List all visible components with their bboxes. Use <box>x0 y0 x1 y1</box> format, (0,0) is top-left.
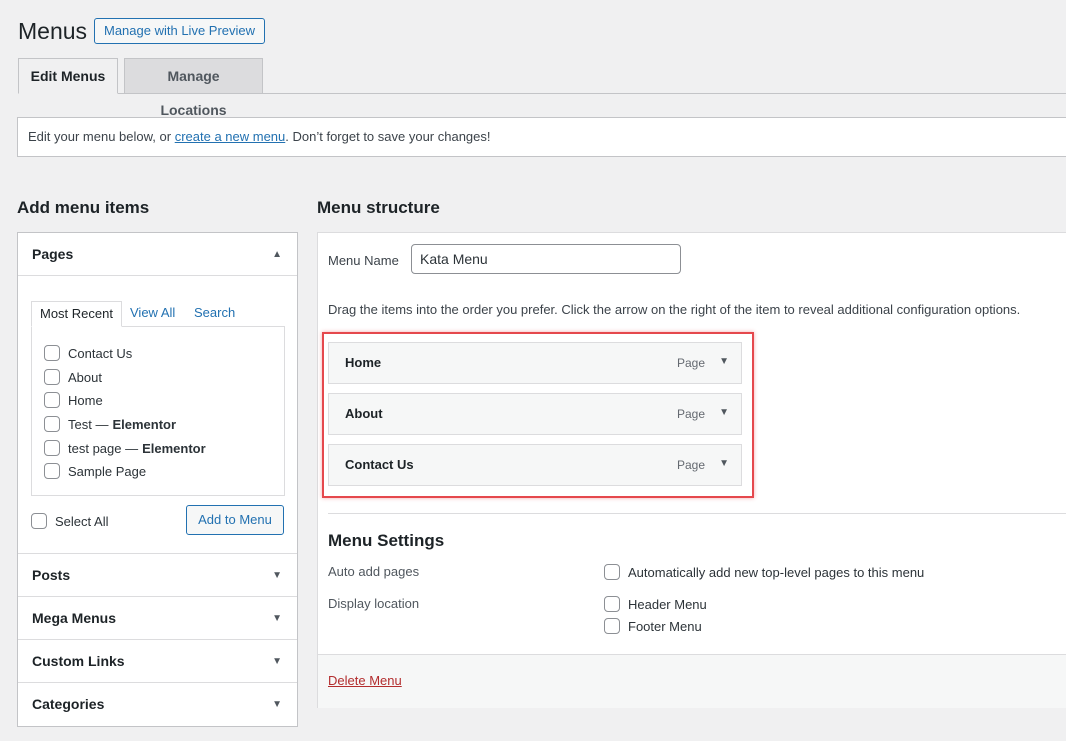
add-menu-items-heading: Add menu items <box>17 198 150 217</box>
page-item-about[interactable]: About <box>44 367 102 387</box>
tab-most-recent[interactable]: Most Recent <box>31 301 122 327</box>
settings-divider <box>328 513 1066 514</box>
create-new-menu-link[interactable]: create a new menu <box>175 129 286 144</box>
add-to-menu-button[interactable]: Add to Menu <box>186 505 284 535</box>
tab-manage-locations[interactable]: Manage Locations <box>124 58 263 118</box>
page-item-sample-page[interactable]: Sample Page <box>44 461 146 481</box>
page-item-home[interactable]: Home <box>44 390 103 410</box>
drag-instructions: Drag the items into the order you prefer… <box>328 302 1021 317</box>
posts-accordion-header[interactable]: Posts ▼ <box>18 554 297 597</box>
menu-structure-panel: Menu Name Kata Menu Drag the items into … <box>317 232 1066 708</box>
page-title: Menus <box>18 18 88 44</box>
caret-down-icon: ▼ <box>272 656 282 667</box>
menu-settings-heading: Menu Settings <box>328 531 445 550</box>
menu-item-home[interactable]: Home Page ▼ <box>328 342 742 384</box>
pages-list: Contact Us About Home Test — Elementor te… <box>31 326 285 496</box>
expand-arrow-icon[interactable]: ▼ <box>719 343 729 381</box>
page-item-contact-us[interactable]: Contact Us <box>44 343 132 363</box>
checkbox[interactable] <box>44 463 60 479</box>
menu-item-contact-us[interactable]: Contact Us Page ▼ <box>328 444 742 486</box>
menu-name-input[interactable]: Kata Menu <box>411 244 681 274</box>
page-item-test-page[interactable]: test page — Elementor <box>44 438 206 458</box>
tab-view-all[interactable]: View All <box>130 301 175 327</box>
caret-down-icon: ▼ <box>272 699 282 710</box>
page-item-test[interactable]: Test — Elementor <box>44 414 176 434</box>
delete-menu-link[interactable]: Delete Menu <box>328 673 402 688</box>
notice-box: Edit your menu below, or create a new me… <box>17 117 1066 157</box>
select-all[interactable]: Select All <box>31 513 108 529</box>
pages-accordion-body: Most Recent View All Search Contact Us A… <box>18 276 297 554</box>
checkbox[interactable] <box>44 416 60 432</box>
auto-add-pages-option[interactable]: Automatically add new top-level pages to… <box>604 564 924 580</box>
menu-footer: Delete Menu <box>318 654 1066 708</box>
display-location-label: Display location <box>328 596 420 611</box>
menu-structure-heading: Menu structure <box>317 198 440 217</box>
checkbox[interactable] <box>604 596 620 612</box>
expand-arrow-icon[interactable]: ▼ <box>719 394 729 432</box>
checkbox[interactable] <box>44 440 60 456</box>
caret-down-icon: ▼ <box>272 613 282 624</box>
notice-suffix: . Don’t forget to save your changes! <box>285 129 491 144</box>
categories-accordion-header[interactable]: Categories ▼ <box>18 683 297 726</box>
mega-menus-accordion-header[interactable]: Mega Menus ▼ <box>18 597 297 640</box>
notice-prefix: Edit your menu below, or <box>28 129 175 144</box>
custom-links-accordion-header[interactable]: Custom Links ▼ <box>18 640 297 683</box>
caret-down-icon: ▼ <box>272 570 282 581</box>
manage-live-preview-button[interactable]: Manage with Live Preview <box>94 18 266 44</box>
add-menu-items-panel: Pages ▲ Most Recent View All Search Cont… <box>17 232 298 727</box>
tab-search[interactable]: Search <box>194 301 235 327</box>
tabs-divider <box>18 93 1066 94</box>
tab-edit-menus[interactable]: Edit Menus <box>18 58 118 94</box>
checkbox[interactable] <box>44 345 60 361</box>
menu-item-about[interactable]: About Page ▼ <box>328 393 742 435</box>
footer-menu-option[interactable]: Footer Menu <box>604 618 702 634</box>
menu-name-label: Menu Name <box>328 253 399 268</box>
checkbox[interactable] <box>44 369 60 385</box>
caret-up-icon: ▲ <box>272 249 282 260</box>
select-all-checkbox[interactable] <box>31 513 47 529</box>
expand-arrow-icon[interactable]: ▼ <box>719 445 729 483</box>
auto-add-pages-label: Auto add pages <box>328 564 420 579</box>
pages-accordion-title: Pages <box>32 246 74 262</box>
checkbox[interactable] <box>604 564 620 580</box>
header-menu-option[interactable]: Header Menu <box>604 596 707 612</box>
checkbox[interactable] <box>604 618 620 634</box>
checkbox[interactable] <box>44 392 60 408</box>
pages-accordion-header[interactable]: Pages ▲ <box>18 233 297 276</box>
